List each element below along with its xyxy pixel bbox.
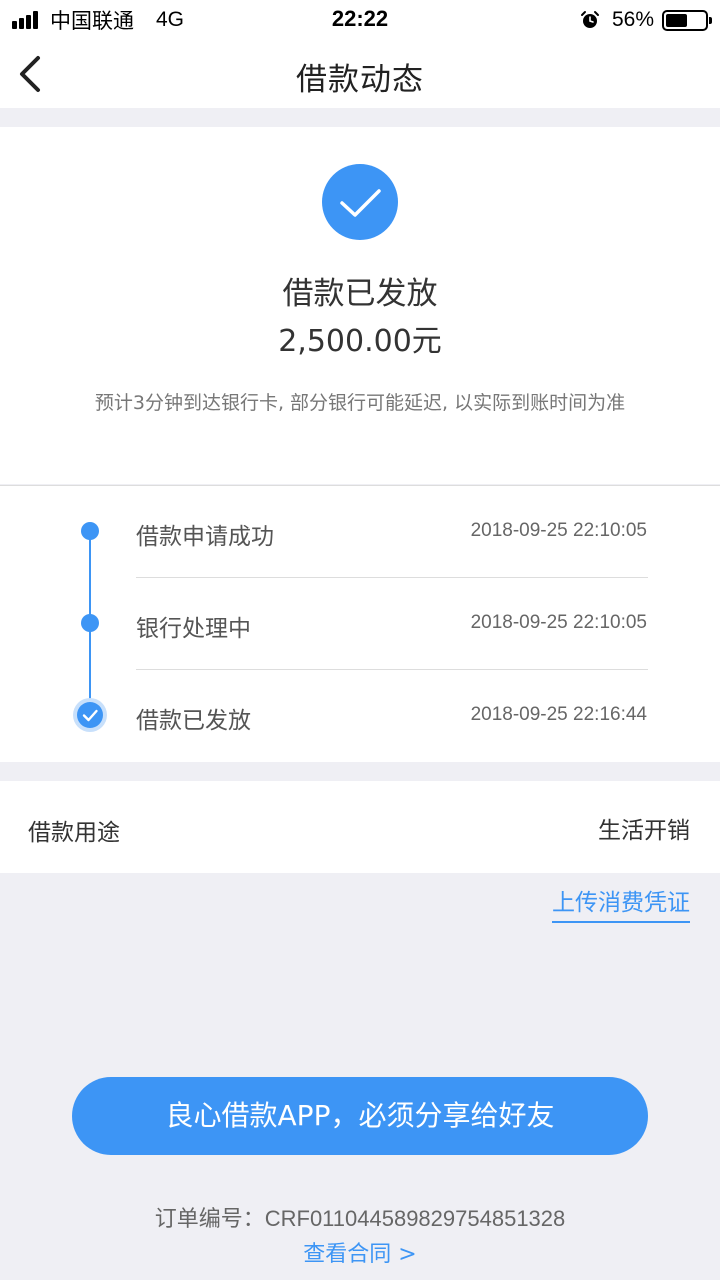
timeline-step-label: 借款已发放 xyxy=(136,708,251,734)
battery-percent: 56% xyxy=(611,8,654,31)
battery-icon xyxy=(662,9,712,31)
timeline-step: 借款申请成功 2018-09-25 22:10:05 xyxy=(0,486,720,578)
timeline-step-time: 2018-09-25 22:10:05 xyxy=(470,520,647,541)
loan-purpose-label: 借款用途 xyxy=(28,820,120,846)
view-contract-link[interactable]: 查看合同 > xyxy=(0,1236,720,1268)
loan-status-card: 借款已发放 2,500.00元 预计3分钟到达银行卡, 部分银行可能延迟, 以实… xyxy=(0,127,720,484)
checkmark-icon xyxy=(82,709,98,722)
loan-purpose-row: 借款用途 生活开销 xyxy=(0,781,720,873)
timeline-step-time: 2018-09-25 22:16:44 xyxy=(470,704,647,725)
navigation-bar: 借款动态 xyxy=(0,40,720,108)
upload-receipt-link[interactable]: 上传消费凭证 xyxy=(552,883,690,923)
loan-purpose-value: 生活开销 xyxy=(598,818,690,844)
timeline-check-icon xyxy=(73,698,107,732)
check-circle-icon xyxy=(322,164,398,240)
loan-amount: 2,500.00元 xyxy=(278,324,442,359)
timeline-step-time: 2018-09-25 22:10:05 xyxy=(470,612,647,633)
page-title: 借款动态 xyxy=(296,62,424,98)
timeline-dot-icon xyxy=(81,522,99,540)
battery-fill xyxy=(666,13,688,27)
timeline-step-label: 银行处理中 xyxy=(136,616,251,642)
order-number: 订单编号：CRF0110445898297548513​28 xyxy=(0,1201,720,1233)
timeline-step-label: 借款申请成功 xyxy=(136,524,274,550)
progress-timeline: 借款申请成功 2018-09-25 22:10:05 银行处理中 2018-09… xyxy=(0,485,720,762)
order-number-label: 订单编号： xyxy=(154,1207,265,1232)
arrival-note: 预计3分钟到达银行卡, 部分银行可能延迟, 以实际到账时间为准 xyxy=(94,392,626,414)
status-bar-right: 56% xyxy=(580,6,712,34)
status-bar: 中国联通 4G 22:22 56% xyxy=(0,0,720,40)
timeline-step: 借款已发放 2018-09-25 22:16:44 xyxy=(0,670,720,762)
timeline-step: 银行处理中 2018-09-25 22:10:05 xyxy=(0,578,720,670)
order-number-value: CRF0110445898297548513​28 xyxy=(264,1206,566,1231)
checkmark-icon xyxy=(340,189,381,217)
alarm-clock-icon xyxy=(580,11,599,28)
timeline-dot-icon xyxy=(81,614,99,632)
share-button[interactable]: 良心借款APP，必须分享给好友 xyxy=(72,1077,648,1155)
status-title: 借款已发放 xyxy=(282,276,438,312)
